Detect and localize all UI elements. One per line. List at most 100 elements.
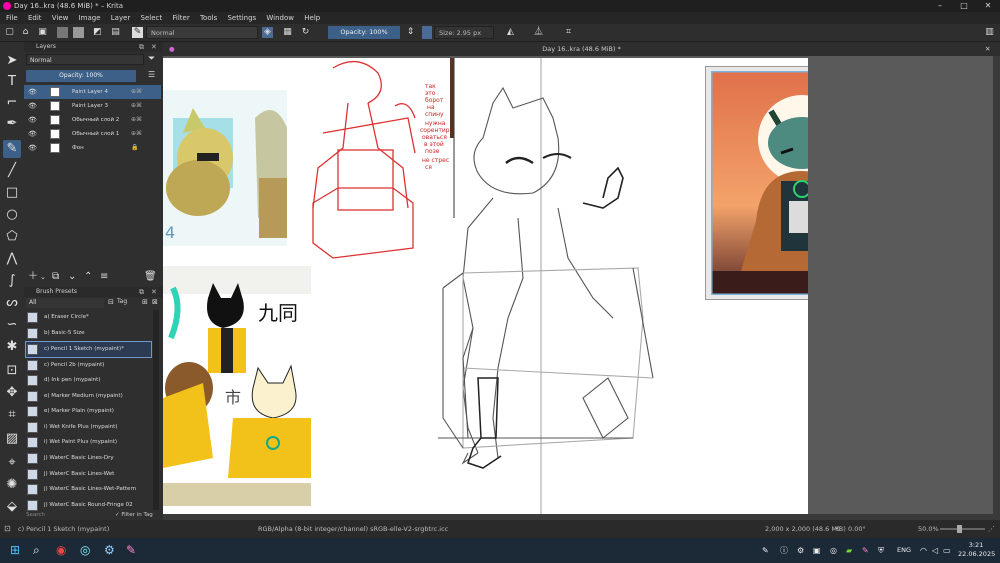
zoom-label[interactable]: 50.0%	[918, 520, 939, 538]
rotation-label[interactable]: 0.00°	[848, 520, 866, 538]
bezier-tool-icon[interactable]: ∫	[3, 272, 21, 290]
volume-icon[interactable]: ◁	[932, 538, 938, 563]
brush-preset-item[interactable]: j) WaterC Basic Lines-Wet	[26, 467, 151, 482]
close-docker-icon[interactable]: ✕	[151, 42, 157, 52]
opacity-spin-icon[interactable]: ⇕	[405, 27, 416, 38]
brush-preset-icon[interactable]: ✎	[132, 27, 143, 38]
tray-nvidia-icon[interactable]: ▰	[846, 538, 852, 563]
panel-toggle-icon[interactable]: ▥	[984, 27, 995, 38]
mirror-vertical-icon[interactable]: ⏅	[533, 27, 544, 38]
brush-preset-item[interactable]: c) Pencil 2b (mypaint)	[26, 358, 151, 373]
polygon-tool-icon[interactable]: ⬠	[3, 228, 21, 246]
vertical-scrollbar[interactable]	[993, 56, 1000, 514]
wifi-icon[interactable]: ◠	[920, 538, 927, 563]
freehand-path-tool-icon[interactable]: ᔕ	[3, 294, 21, 312]
discord-icon[interactable]: ◎	[80, 538, 90, 563]
lock-icon[interactable]: 🔒	[131, 141, 138, 155]
layer-opacity-slider[interactable]: Opacity: 100%	[26, 70, 136, 82]
move-layer-down-icon[interactable]: ⌄	[68, 270, 76, 284]
zoom-slider[interactable]	[940, 528, 985, 530]
delete-layer-icon[interactable]: 🗑	[144, 270, 157, 284]
menu-tools[interactable]: Tools	[200, 14, 217, 22]
filter-in-tag-checkbox[interactable]: ✓ Filter in Tag	[115, 512, 153, 518]
filter-icon[interactable]: ⏷	[148, 54, 155, 64]
layer-properties-icon[interactable]: ≡	[100, 270, 108, 284]
rectangle-tool-icon[interactable]: □	[3, 184, 21, 202]
maximize-button[interactable]: □	[952, 0, 976, 12]
layer-menu-icon[interactable]: ☰	[148, 70, 155, 79]
ellipse-tool-icon[interactable]: ○	[3, 206, 21, 224]
gradient-swatch[interactable]	[57, 27, 68, 38]
visibility-icon[interactable]: 👁	[28, 85, 37, 99]
brush-preset-item[interactable]: b) Basic-5 Size	[26, 326, 151, 341]
layer-row[interactable]: 👁 Paint Layer 3 ⊕⌘	[24, 99, 161, 113]
select-shapes-tool-icon[interactable]: ➤	[3, 52, 21, 70]
brush-preset-item[interactable]: c) Pencil 1 Sketch (mypaint)*	[25, 341, 152, 358]
visibility-icon[interactable]: 👁	[28, 99, 37, 113]
visibility-icon[interactable]: 👁	[28, 127, 37, 141]
move-layer-up-icon[interactable]: ⌃	[84, 270, 92, 284]
brush-preset-item[interactable]: d) Ink pen (mypaint)	[26, 373, 151, 388]
new-document-icon[interactable]: ▢	[4, 27, 15, 38]
tray-steam-icon[interactable]: ⚙	[797, 538, 804, 563]
duplicate-layer-icon[interactable]: ⧉	[52, 270, 59, 284]
edit-shapes-tool-icon[interactable]: ⌐	[3, 94, 21, 112]
menu-window[interactable]: Window	[266, 14, 294, 22]
brush-preset-item[interactable]: j) WaterC Basic Lines-Dry	[26, 451, 151, 466]
tray-krita-icon[interactable]: ✎	[862, 538, 869, 563]
menu-layer[interactable]: Layer	[111, 14, 131, 22]
menu-image[interactable]: Image	[79, 14, 101, 22]
layer-row[interactable]: 👁 Обычный слой 1 ⊕⌘	[24, 127, 161, 141]
krita-taskbar-icon[interactable]: ✎	[126, 538, 136, 563]
tray-security-icon[interactable]: ⛨	[878, 538, 884, 563]
layer-row[interactable]: 👁 Paint Layer 4 ⊕⌘	[24, 85, 161, 99]
steam-icon[interactable]: ⚙	[104, 538, 115, 563]
visibility-icon[interactable]: 👁	[28, 141, 37, 155]
document-tab[interactable]: Day 16..kra (48.6 MiB) * ● ✕	[163, 42, 1000, 56]
dynamic-brush-tool-icon[interactable]: ∽	[3, 316, 21, 334]
menu-settings[interactable]: Settings	[227, 14, 256, 22]
smart-patch-tool-icon[interactable]: ✺	[3, 476, 21, 494]
clock[interactable]: 3:21 22.06.2025	[958, 541, 995, 561]
visibility-icon[interactable]: 👁	[28, 113, 37, 127]
zoom-slider-handle[interactable]	[957, 525, 962, 533]
chrome-icon[interactable]: ◉	[56, 538, 66, 563]
layer-row[interactable]: 👁 Обычный слой 2 ⊕⌘	[24, 113, 161, 127]
close-docker-icon[interactable]: ✕	[151, 287, 157, 297]
add-layer-icon[interactable]: ＋	[28, 270, 38, 284]
eraser-mode-icon[interactable]: ◈	[262, 27, 273, 38]
move-tool-icon[interactable]: ✥	[3, 384, 21, 402]
size-slider[interactable]: Size: 2.95 px	[434, 26, 494, 39]
minimize-button[interactable]: –	[928, 0, 952, 12]
tray-info-icon[interactable]: ⓘ	[780, 538, 788, 563]
line-tool-icon[interactable]: ╱	[3, 162, 21, 180]
pattern-swatch[interactable]	[73, 27, 84, 38]
layer-blend-mode-select[interactable]: Normal	[26, 54, 144, 65]
brush-preset-item[interactable]: j) WaterC Basic Round-Fringe 02	[26, 498, 151, 513]
layer-row[interactable]: 👁 Фон 🔒	[24, 141, 161, 155]
add-layer-menu-icon[interactable]: ⌄	[40, 270, 46, 284]
blend-mode-select[interactable]: Normal	[146, 26, 258, 39]
windows-start-icon[interactable]: ⊞	[10, 538, 20, 563]
menu-help[interactable]: Help	[304, 14, 320, 22]
menu-edit[interactable]: Edit	[28, 14, 42, 22]
reload-preset-icon[interactable]: ↻	[300, 27, 311, 38]
tag-button[interactable]: Tag	[117, 298, 127, 305]
preset-filter-select[interactable]: All	[26, 298, 104, 308]
tag-icon[interactable]: ⊟	[108, 298, 114, 306]
brush-editor-icon[interactable]: ▤	[110, 27, 121, 38]
search-icon[interactable]: ⌕	[33, 538, 40, 563]
calligraphy-tool-icon[interactable]: ✒	[3, 115, 21, 133]
opacity-slider[interactable]: Opacity: 100%	[328, 26, 400, 39]
tray-app-icon[interactable]: ✎	[762, 538, 769, 563]
color-picker-tool-icon[interactable]: ⌖	[3, 454, 21, 472]
preset-menu-icon[interactable]: ⊞	[142, 298, 148, 306]
mirror-horizontal-icon[interactable]: ◭	[505, 27, 516, 38]
multibrush-tool-icon[interactable]: ✱	[3, 338, 21, 356]
brush-preset-item[interactable]: j) WaterC Basic Lines-Wet-Pattern	[26, 482, 151, 497]
preset-scrollbar[interactable]	[153, 310, 159, 510]
rotate-icon[interactable]: ⟲	[835, 520, 840, 538]
polyline-tool-icon[interactable]: ⋀	[3, 250, 21, 268]
lock-icon[interactable]: ⊕⌘	[131, 99, 142, 113]
brush-preset-item[interactable]: e) Marker Plain (mypaint)	[26, 404, 151, 419]
